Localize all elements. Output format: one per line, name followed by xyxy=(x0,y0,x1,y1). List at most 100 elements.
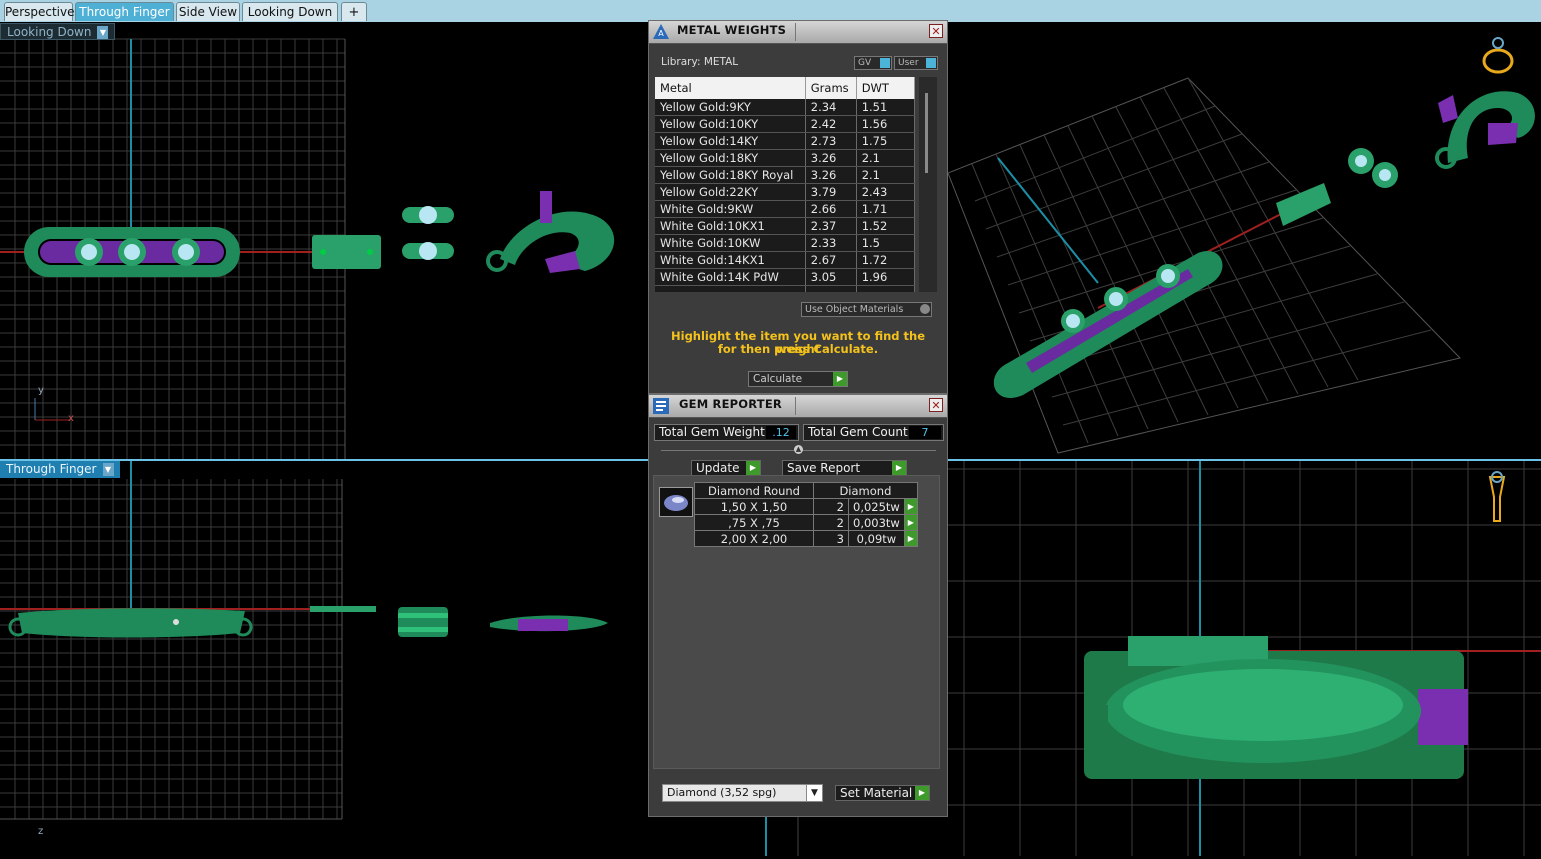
user-toggle[interactable]: User xyxy=(894,56,938,70)
perspective-scene xyxy=(948,37,1535,454)
gem-report-table: Diamond Round Diamond 1,50 X 1,50 2 0,025t… xyxy=(694,482,918,547)
metal-table-row[interactable]: White Gold:14KX1 2.67 1.72 xyxy=(655,251,916,269)
gem-size-cell: 1,50 X 1,50 xyxy=(694,498,814,515)
chevron-down-icon: ▼ xyxy=(806,785,822,801)
chevron-down-icon: ▼ xyxy=(97,26,109,39)
column-header-grams[interactable]: Grams xyxy=(805,77,857,99)
dwt-cell: 1.71 xyxy=(856,200,916,218)
gv-label: GV xyxy=(858,58,872,68)
grams-cell: 2.73 xyxy=(805,132,857,150)
column-header-metal[interactable]: Metal xyxy=(655,77,806,99)
add-tab-button[interactable]: + xyxy=(341,2,367,21)
viewport-looking-down[interactable]: Looking Down ▼ y x xyxy=(0,23,648,459)
grams-cell: 2.66 xyxy=(805,200,857,218)
use-object-materials-toggle[interactable]: Use Object Materials xyxy=(801,302,932,317)
material-select[interactable]: Diamond (3,52 spg) ▼ xyxy=(662,784,823,802)
metal-name-cell: Yellow Gold:18KY Royal xyxy=(655,166,806,184)
metal-name-cell: Yellow Gold:18KY xyxy=(655,149,806,167)
metal-name-cell: White Gold:14K PdW xyxy=(655,268,806,286)
gem-group-material: Diamond xyxy=(813,482,918,499)
gem-reporter-titlebar[interactable]: GEM REPORTER ✕ xyxy=(649,395,947,418)
svg-text:A: A xyxy=(658,29,664,38)
save-report-button[interactable]: Save Report ▶ xyxy=(782,460,907,476)
library-label: Library: METAL xyxy=(661,56,739,68)
metal-table-container[interactable]: Metal Grams DWT Yellow Gold:9KY 2.34 1.51 Y… xyxy=(655,77,919,292)
dwt-cell: 1.75 xyxy=(856,132,916,150)
scrollbar-thumb[interactable] xyxy=(925,93,928,173)
toggle-indicator xyxy=(880,58,890,68)
metal-name-cell: Yellow Gold:14KY xyxy=(655,132,806,150)
looking-down-scene xyxy=(0,38,615,459)
update-button[interactable]: Update ▶ xyxy=(691,460,761,476)
chevron-down-icon: ▼ xyxy=(102,463,114,476)
metal-table-row-partial[interactable] xyxy=(655,285,916,292)
total-gem-weight-field: Total Gem Weight .12 xyxy=(654,424,799,441)
tab-side-view[interactable]: Side View xyxy=(176,2,240,21)
gem-row[interactable]: 1,50 X 1,50 2 0,025tw ▶ xyxy=(694,498,918,515)
metal-table-row[interactable]: Yellow Gold:14KY 2.73 1.75 xyxy=(655,132,916,150)
gem-reporter-icon xyxy=(653,398,669,414)
gem-group-header: Diamond Round Diamond xyxy=(694,482,918,499)
set-material-button[interactable]: Set Material ▶ xyxy=(835,785,930,801)
gem-weight-cell: 0,09tw xyxy=(848,530,905,547)
metal-weights-titlebar[interactable]: A METAL WEIGHTS ✕ xyxy=(649,21,947,44)
close-icon[interactable]: ✕ xyxy=(929,398,943,412)
metal-name-cell: White Gold:14KX1 xyxy=(655,251,806,269)
metal-table-header: Metal Grams DWT xyxy=(655,77,916,99)
splitter-handle-icon[interactable]: ▲ xyxy=(794,445,803,454)
gem-group-name: Diamond Round xyxy=(694,482,814,499)
viewport-view-label: Through Finger xyxy=(6,462,97,476)
axis-x-label: x xyxy=(68,413,74,424)
metal-name-cell: Yellow Gold:22KY xyxy=(655,183,806,201)
gv-toggle[interactable]: GV xyxy=(854,56,892,70)
grams-cell: 3.26 xyxy=(805,149,857,167)
dwt-cell: 1.52 xyxy=(856,217,916,235)
use-object-materials-label: Use Object Materials xyxy=(805,304,904,315)
ring-icon xyxy=(1482,37,1514,74)
metal-name-cell: White Gold:9KW xyxy=(655,200,806,218)
gem-row-arrow-icon[interactable]: ▶ xyxy=(903,514,918,531)
total-gem-count-value: 7 xyxy=(909,426,941,439)
gem-list-area[interactable]: Diamond Round Diamond 1,50 X 1,50 2 0,025t… xyxy=(653,475,940,769)
dwt-cell: 1.72 xyxy=(856,251,916,269)
tab-perspective[interactable]: Perspective xyxy=(4,2,75,21)
viewport-view-selector[interactable]: Through Finger ▼ xyxy=(0,461,120,478)
metal-table-row[interactable]: Yellow Gold:9KY 2.34 1.51 xyxy=(655,99,916,116)
column-header-dwt[interactable]: DWT xyxy=(856,77,916,99)
metal-table-row[interactable]: Yellow Gold:22KY 3.79 2.43 xyxy=(655,183,916,201)
instruction-line-2: for then press Calculate. xyxy=(717,342,879,356)
play-arrow-icon: ▶ xyxy=(915,786,929,800)
metal-table-row[interactable]: Yellow Gold:10KY 2.42 1.56 xyxy=(655,115,916,133)
close-icon[interactable]: ✕ xyxy=(929,24,943,38)
dwt-cell: 2.1 xyxy=(856,166,916,184)
metal-table-row[interactable]: Yellow Gold:18KY Royal 3.26 2.1 xyxy=(655,166,916,184)
viewport-through-finger[interactable]: Through Finger ▼ z xyxy=(0,461,648,856)
gem-reporter-panel: GEM REPORTER ✕ Total Gem Weight .12 Tota… xyxy=(648,394,948,817)
metal-table-row[interactable]: White Gold:10KW 2.33 1.5 xyxy=(655,234,916,252)
tab-through-finger[interactable]: Through Finger xyxy=(75,2,174,21)
viewport-perspective[interactable] xyxy=(948,23,1541,459)
viewport-side-view[interactable]: z xyxy=(948,461,1541,856)
side-view-icon xyxy=(1488,471,1506,522)
metal-table-row[interactable]: White Gold:10KX1 2.37 1.52 xyxy=(655,217,916,235)
calculate-button[interactable]: Calculate ▶ xyxy=(748,371,848,387)
viewport-view-selector[interactable]: Looking Down ▼ xyxy=(0,23,116,40)
metal-name-cell: Yellow Gold:9KY xyxy=(655,99,806,116)
total-gem-weight-label: Total Gem Weight xyxy=(659,425,765,439)
cell xyxy=(805,285,857,292)
gem-row[interactable]: ,75 X ,75 2 0,003tw ▶ xyxy=(694,514,918,531)
grams-cell: 2.42 xyxy=(805,115,857,133)
tab-looking-down[interactable]: Looking Down xyxy=(242,2,338,21)
gem-row-arrow-icon[interactable]: ▶ xyxy=(903,498,918,515)
toggle-indicator xyxy=(926,58,936,68)
gem-row[interactable]: 2,00 X 2,00 3 0,09tw ▶ xyxy=(694,530,918,547)
metal-table-row[interactable]: White Gold:9KW 2.66 1.71 xyxy=(655,200,916,218)
metal-table-scrollbar[interactable] xyxy=(919,77,937,292)
view-tab-bar: Perspective Through Finger Side View Loo… xyxy=(0,0,1541,22)
grams-cell: 2.37 xyxy=(805,217,857,235)
metal-table-row[interactable]: White Gold:14K PdW 3.05 1.96 xyxy=(655,268,916,286)
gem-thumbnail xyxy=(664,495,688,511)
dwt-cell: 1.5 xyxy=(856,234,916,252)
metal-table-row[interactable]: Yellow Gold:18KY 3.26 2.1 xyxy=(655,149,916,167)
gem-row-arrow-icon[interactable]: ▶ xyxy=(903,530,918,547)
